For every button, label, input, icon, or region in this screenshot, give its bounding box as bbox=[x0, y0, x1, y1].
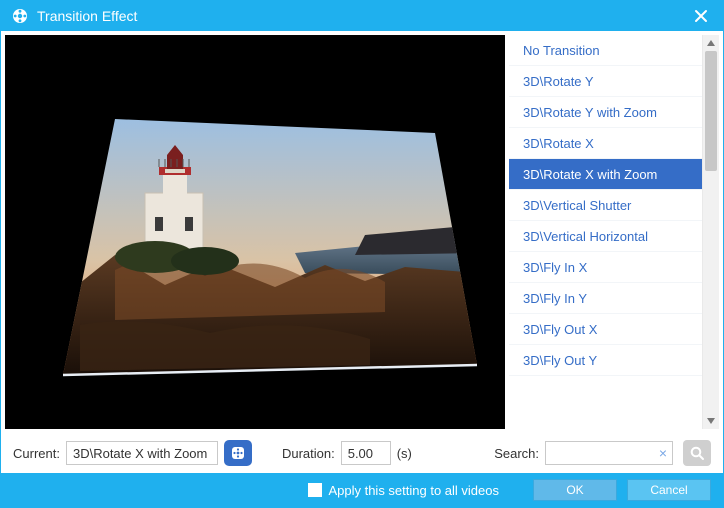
preview-play-button[interactable] bbox=[224, 440, 252, 466]
preview-pane bbox=[5, 35, 505, 429]
transition-list-panel: No Transition3D\Rotate Y3D\Rotate Y with… bbox=[509, 35, 719, 429]
transition-item[interactable]: 3D\Vertical Horizontal bbox=[509, 221, 702, 252]
search-label: Search: bbox=[494, 446, 539, 461]
transition-item[interactable]: 3D\Fly Out X bbox=[509, 314, 702, 345]
current-transition-input[interactable] bbox=[66, 441, 218, 465]
duration-unit: (s) bbox=[397, 446, 412, 461]
transition-item[interactable]: 3D\Fly In X bbox=[509, 252, 702, 283]
transition-list[interactable]: No Transition3D\Rotate Y3D\Rotate Y with… bbox=[509, 35, 703, 429]
checkbox-icon bbox=[308, 483, 322, 497]
apply-all-label: Apply this setting to all videos bbox=[328, 483, 499, 498]
dialog-body: No Transition3D\Rotate Y3D\Rotate Y with… bbox=[1, 31, 723, 433]
titlebar: Transition Effect bbox=[1, 1, 723, 31]
close-button[interactable] bbox=[689, 4, 713, 28]
transition-item[interactable]: 3D\Fly Out Y bbox=[509, 345, 702, 376]
transition-item[interactable]: 3D\Vertical Shutter bbox=[509, 190, 702, 221]
scroll-down-arrow[interactable] bbox=[703, 413, 719, 429]
app-icon bbox=[11, 7, 29, 25]
search-button[interactable] bbox=[683, 440, 711, 466]
scrollbar[interactable] bbox=[703, 35, 719, 429]
scroll-track[interactable] bbox=[703, 51, 719, 413]
transition-item[interactable]: 3D\Rotate Y with Zoom bbox=[509, 97, 702, 128]
transition-item[interactable]: No Transition bbox=[509, 35, 702, 66]
scroll-thumb[interactable] bbox=[705, 51, 717, 171]
transition-item[interactable]: 3D\Rotate Y bbox=[509, 66, 702, 97]
scroll-up-arrow[interactable] bbox=[703, 35, 719, 51]
transition-item[interactable]: 3D\Rotate X with Zoom bbox=[509, 159, 702, 190]
current-label: Current: bbox=[13, 446, 60, 461]
preview-image bbox=[5, 35, 505, 429]
transition-item[interactable]: 3D\Rotate X bbox=[509, 128, 702, 159]
duration-label: Duration: bbox=[282, 446, 335, 461]
ok-button[interactable]: OK bbox=[533, 479, 617, 501]
search-input[interactable] bbox=[545, 441, 673, 465]
window-title: Transition Effect bbox=[37, 8, 689, 24]
transition-item[interactable]: 3D\Fly In Y bbox=[509, 283, 702, 314]
duration-input[interactable] bbox=[341, 441, 391, 465]
control-bar: Current: Duration: (s) Search: × bbox=[1, 433, 723, 473]
clear-search-icon[interactable]: × bbox=[659, 445, 667, 461]
apply-all-checkbox[interactable]: Apply this setting to all videos bbox=[308, 483, 499, 498]
footer: Apply this setting to all videos OK Canc… bbox=[1, 473, 723, 507]
cancel-button[interactable]: Cancel bbox=[627, 479, 711, 501]
